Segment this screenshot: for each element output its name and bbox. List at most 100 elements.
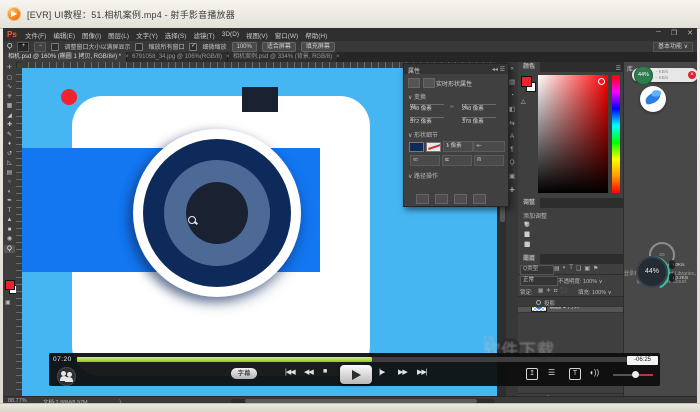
widget-close-icon[interactable]: × — [688, 71, 696, 79]
history-panel-icon[interactable]: ▤ — [509, 78, 515, 86]
tab-swatches[interactable]: 色板 — [518, 62, 540, 72]
thunder-app-icon[interactable] — [640, 86, 666, 112]
eraser-tool-icon[interactable]: ◺ — [4, 159, 15, 167]
adjustment-icon[interactable]: ▽ — [524, 220, 529, 228]
fill-color-swatch[interactable] — [409, 142, 424, 152]
brush-tool-icon[interactable]: ✎ — [4, 131, 15, 139]
lasso-tool-icon[interactable]: ∿ — [4, 83, 15, 91]
menu-item[interactable]: 文件(F) — [25, 30, 46, 40]
document-tab[interactable]: 相机案例.psd @ 334% (背景, RGB/8)× — [228, 52, 338, 62]
opacity-dropdown[interactable]: 不透明度: 100% ∨ — [558, 277, 603, 285]
stroke-color-swatch[interactable] — [426, 142, 441, 152]
type-tool-icon[interactable]: T — [4, 207, 15, 215]
marquee-tool-icon[interactable]: ◻ — [4, 74, 15, 82]
lock-icon[interactable]: ✛ — [546, 288, 551, 294]
layer-filter-icon[interactable]: ▣ — [584, 265, 590, 272]
snapshot-icon[interactable]: ↥ — [526, 368, 538, 380]
tab-close-icon[interactable]: × — [226, 52, 230, 62]
download-widget-bottom[interactable]: 44% ↑ 0K/s ↓ 0.2K/s — [636, 256, 697, 292]
height-field[interactable]: H: 248 像素 — [462, 104, 496, 105]
layer-row[interactable]: 投影 — [518, 297, 623, 307]
properties-header-icons[interactable]: ◂◂ ☰ — [492, 66, 505, 73]
layer-filter-icon[interactable]: ▤ — [554, 265, 560, 272]
gradient-tool-icon[interactable]: ▤ — [4, 169, 15, 177]
download-widget-top[interactable]: 44% - KB/s - KB/s × — [632, 68, 697, 82]
collapse-panels-icon[interactable]: « — [510, 65, 514, 72]
menu-item[interactable]: 图像(I) — [82, 30, 101, 40]
video-frame[interactable]: Ps 文件(F)编辑(E)图像(I)图层(L)文字(Y)选择(S)滤镜(T)3D… — [3, 28, 697, 403]
fast-forward-icon[interactable]: ▶▶ — [398, 368, 407, 376]
progress-bar-filled[interactable] — [77, 357, 372, 362]
buddy-icon[interactable] — [57, 367, 76, 386]
effect-toggle-icon[interactable] — [536, 300, 541, 305]
speaker-icon[interactable]: ◖)) — [589, 368, 599, 377]
add-panel-icon[interactable]: ✚ — [509, 186, 514, 194]
paragraph-panel-icon[interactable]: ¶ — [510, 146, 514, 153]
restore-icon[interactable]: ❐ — [671, 29, 677, 37]
dodge-tool-icon[interactable]: ◐ — [4, 188, 15, 196]
character-panel-icon[interactable]: A — [510, 133, 514, 140]
menu-item[interactable]: 图层(L) — [108, 30, 129, 40]
tab-styles[interactable]: 样式 — [518, 198, 540, 208]
quick-selection-tool-icon[interactable]: ✳ — [4, 93, 15, 101]
stop-icon[interactable]: ■ — [323, 368, 326, 375]
document-tab[interactable]: 相机.psd @ 160% (椭圆 1 拷贝, RGB/8#) *× — [3, 52, 127, 62]
next-icon[interactable]: ▶▶| — [417, 368, 427, 376]
eyedropper-tool-icon[interactable]: ◢ — [4, 112, 15, 120]
healing-brush-tool-icon[interactable]: ✚ — [4, 121, 15, 129]
close-icon[interactable]: ✕ — [687, 29, 693, 37]
titlebar[interactable]: ▶ [EVR] UI教程：51.相机案例.mp4 - 射手影音播放器 — [0, 0, 700, 29]
menu-item[interactable]: 帮助(H) — [305, 30, 327, 40]
progress-bar-track[interactable] — [372, 357, 627, 362]
playlist-icon[interactable]: ☰ — [548, 368, 555, 377]
stroke-option-dropdown[interactable]: ▭∨ — [410, 155, 440, 166]
fill-dropdown[interactable]: 填充: 100% ∨ — [578, 288, 612, 296]
tab-close-icon[interactable]: × — [125, 52, 129, 62]
zoom-tool-icon[interactable]: Ϙ — [4, 245, 15, 253]
crop-tool-icon[interactable]: ▦ — [4, 102, 15, 110]
info-panel-icon[interactable]: ◧ — [509, 105, 515, 113]
pen-tool-icon[interactable]: ✒ — [4, 197, 15, 205]
history-brush-tool-icon[interactable]: ↺ — [4, 150, 15, 158]
clone-stamp-tool-icon[interactable]: ♦ — [4, 140, 15, 148]
clock-panel-icon[interactable]: ◔ — [510, 92, 514, 99]
panel-menu-icon[interactable]: ☰ — [616, 64, 621, 74]
stroke-width-dropdown[interactable]: 1 像素∨ — [443, 141, 473, 152]
play-button[interactable] — [340, 365, 372, 384]
lock-icon[interactable]: ▦ — [538, 288, 543, 294]
lock-icon[interactable]: ⬛ — [560, 288, 567, 294]
tab-paths[interactable]: 路径 — [518, 254, 540, 264]
color-foreground-swatch[interactable] — [521, 76, 532, 87]
menu-item[interactable]: 窗口(W) — [275, 30, 298, 40]
hand-tool-icon[interactable]: ◉ — [4, 235, 15, 243]
mask-panel-icon[interactable]: ▣ — [509, 172, 515, 180]
blend-mode-dropdown[interactable]: 正常 — [520, 276, 558, 286]
lock-icon[interactable]: ◘ — [554, 288, 557, 294]
stroke-option-dropdown[interactable]: ⊏∨ — [442, 155, 472, 166]
properties-header[interactable]: 属性 ◂◂ ☰ — [404, 64, 508, 74]
menu-item[interactable]: 滤镜(T) — [193, 30, 214, 40]
layer-filter-icon[interactable]: ◐ — [563, 265, 567, 272]
subtitle-button[interactable]: 字幕 — [231, 368, 257, 379]
rewind-icon[interactable]: ◀◀ — [304, 368, 313, 376]
transform-section-label[interactable]: ∨ 变换 — [408, 92, 426, 101]
adjustment-icon[interactable]: ▩ — [524, 230, 530, 238]
volume-slider-remainder[interactable] — [639, 374, 653, 376]
hue-strip[interactable] — [612, 75, 620, 193]
move-tool-icon[interactable]: ✛ — [4, 64, 15, 72]
volume-slider-handle[interactable] — [632, 371, 639, 378]
stroke-style-dropdown[interactable]: —∨ — [473, 141, 505, 152]
appearance-section-label[interactable]: ∨ 形状细节 — [408, 130, 438, 139]
previous-icon[interactable]: |◀◀ — [285, 368, 295, 376]
layer-filter-icon[interactable]: ⚑ — [593, 265, 598, 272]
stroke-option-dropdown[interactable]: ⊓∨ — [474, 155, 504, 166]
blur-tool-icon[interactable]: ○ — [4, 178, 15, 186]
canvas-horizontal-scrollbar[interactable] — [231, 399, 495, 403]
color-gradient-field[interactable] — [538, 75, 608, 193]
step-icon[interactable]: |▶ — [379, 368, 384, 376]
shape-tool-icon[interactable]: ■ — [4, 226, 15, 234]
swap-panel-icon[interactable]: ⇆ — [509, 119, 514, 127]
menu-item[interactable]: 编辑(E) — [53, 30, 75, 40]
y-field[interactable]: Y: 378 像素 — [462, 117, 496, 118]
menu-item[interactable]: 3D(D) — [222, 31, 239, 38]
